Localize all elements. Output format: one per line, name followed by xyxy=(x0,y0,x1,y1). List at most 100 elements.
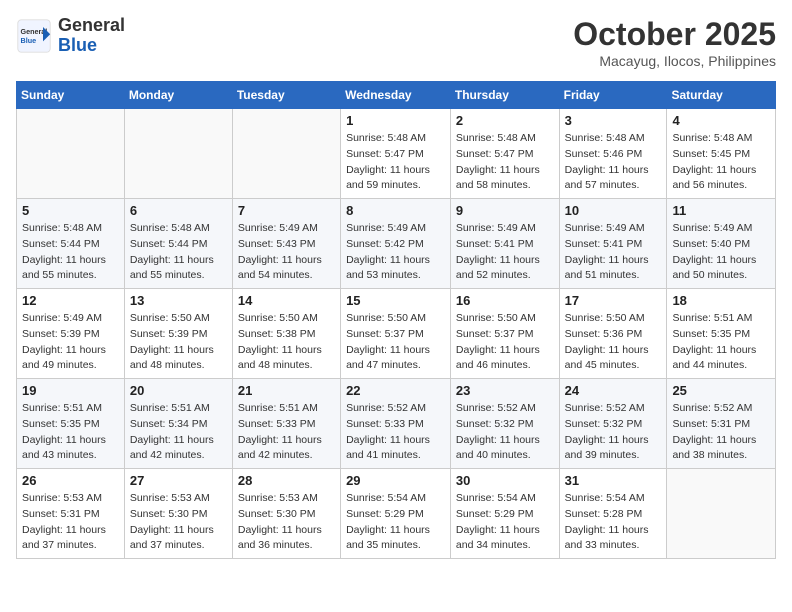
logo-general: General xyxy=(58,15,125,35)
sunrise-text: Sunrise: 5:48 AM xyxy=(672,132,752,144)
sunset-text: Sunset: 5:46 PM xyxy=(565,148,643,160)
daylight-text: Daylight: 11 hours and 37 minutes. xyxy=(130,524,214,552)
day-number: 14 xyxy=(238,293,335,308)
sunrise-text: Sunrise: 5:49 AM xyxy=(238,222,318,234)
day-info: Sunrise: 5:48 AM Sunset: 5:45 PM Dayligh… xyxy=(672,131,770,194)
sunrise-text: Sunrise: 5:49 AM xyxy=(346,222,426,234)
day-info: Sunrise: 5:53 AM Sunset: 5:30 PM Dayligh… xyxy=(130,491,227,554)
day-info: Sunrise: 5:50 AM Sunset: 5:39 PM Dayligh… xyxy=(130,311,227,374)
sunset-text: Sunset: 5:34 PM xyxy=(130,418,208,430)
sunrise-text: Sunrise: 5:52 AM xyxy=(456,402,536,414)
sunset-text: Sunset: 5:45 PM xyxy=(672,148,750,160)
day-cell: 27 Sunrise: 5:53 AM Sunset: 5:30 PM Dayl… xyxy=(124,469,232,559)
day-info: Sunrise: 5:52 AM Sunset: 5:33 PM Dayligh… xyxy=(346,401,445,464)
daylight-text: Daylight: 11 hours and 48 minutes. xyxy=(238,344,322,372)
day-info: Sunrise: 5:50 AM Sunset: 5:37 PM Dayligh… xyxy=(346,311,445,374)
day-cell: 1 Sunrise: 5:48 AM Sunset: 5:47 PM Dayli… xyxy=(341,109,451,199)
sunrise-text: Sunrise: 5:48 AM xyxy=(346,132,426,144)
day-cell: 15 Sunrise: 5:50 AM Sunset: 5:37 PM Dayl… xyxy=(341,289,451,379)
day-cell: 10 Sunrise: 5:49 AM Sunset: 5:41 PM Dayl… xyxy=(559,199,667,289)
day-cell: 25 Sunrise: 5:52 AM Sunset: 5:31 PM Dayl… xyxy=(667,379,776,469)
week-row-5: 26 Sunrise: 5:53 AM Sunset: 5:31 PM Dayl… xyxy=(17,469,776,559)
daylight-text: Daylight: 11 hours and 37 minutes. xyxy=(22,524,106,552)
day-number: 11 xyxy=(672,203,770,218)
week-row-3: 12 Sunrise: 5:49 AM Sunset: 5:39 PM Dayl… xyxy=(17,289,776,379)
day-info: Sunrise: 5:52 AM Sunset: 5:31 PM Dayligh… xyxy=(672,401,770,464)
day-number: 8 xyxy=(346,203,445,218)
day-number: 17 xyxy=(565,293,662,308)
day-cell: 12 Sunrise: 5:49 AM Sunset: 5:39 PM Dayl… xyxy=(17,289,125,379)
day-cell xyxy=(232,109,340,199)
weekday-header-row: Sunday Monday Tuesday Wednesday Thursday… xyxy=(17,82,776,109)
day-cell: 3 Sunrise: 5:48 AM Sunset: 5:46 PM Dayli… xyxy=(559,109,667,199)
daylight-text: Daylight: 11 hours and 53 minutes. xyxy=(346,254,430,282)
day-number: 29 xyxy=(346,473,445,488)
day-number: 2 xyxy=(456,113,554,128)
sunset-text: Sunset: 5:41 PM xyxy=(565,238,643,250)
day-number: 18 xyxy=(672,293,770,308)
day-cell: 30 Sunrise: 5:54 AM Sunset: 5:29 PM Dayl… xyxy=(450,469,559,559)
sunset-text: Sunset: 5:28 PM xyxy=(565,508,643,520)
sunset-text: Sunset: 5:31 PM xyxy=(22,508,100,520)
sunrise-text: Sunrise: 5:51 AM xyxy=(238,402,318,414)
sunrise-text: Sunrise: 5:48 AM xyxy=(22,222,102,234)
day-info: Sunrise: 5:53 AM Sunset: 5:30 PM Dayligh… xyxy=(238,491,335,554)
day-cell: 17 Sunrise: 5:50 AM Sunset: 5:36 PM Dayl… xyxy=(559,289,667,379)
daylight-text: Daylight: 11 hours and 39 minutes. xyxy=(565,434,649,462)
day-cell: 20 Sunrise: 5:51 AM Sunset: 5:34 PM Dayl… xyxy=(124,379,232,469)
daylight-text: Daylight: 11 hours and 50 minutes. xyxy=(672,254,756,282)
day-cell: 31 Sunrise: 5:54 AM Sunset: 5:28 PM Dayl… xyxy=(559,469,667,559)
sunset-text: Sunset: 5:44 PM xyxy=(22,238,100,250)
location: Macayug, Ilocos, Philippines xyxy=(573,53,776,69)
day-number: 26 xyxy=(22,473,119,488)
sunset-text: Sunset: 5:29 PM xyxy=(456,508,534,520)
day-cell: 16 Sunrise: 5:50 AM Sunset: 5:37 PM Dayl… xyxy=(450,289,559,379)
daylight-text: Daylight: 11 hours and 46 minutes. xyxy=(456,344,540,372)
day-number: 15 xyxy=(346,293,445,308)
calendar-table: Sunday Monday Tuesday Wednesday Thursday… xyxy=(16,81,776,559)
day-number: 25 xyxy=(672,383,770,398)
sunrise-text: Sunrise: 5:48 AM xyxy=(456,132,536,144)
daylight-text: Daylight: 11 hours and 59 minutes. xyxy=(346,164,430,192)
day-cell: 2 Sunrise: 5:48 AM Sunset: 5:47 PM Dayli… xyxy=(450,109,559,199)
day-number: 13 xyxy=(130,293,227,308)
day-cell: 28 Sunrise: 5:53 AM Sunset: 5:30 PM Dayl… xyxy=(232,469,340,559)
day-cell: 7 Sunrise: 5:49 AM Sunset: 5:43 PM Dayli… xyxy=(232,199,340,289)
day-info: Sunrise: 5:51 AM Sunset: 5:35 PM Dayligh… xyxy=(672,311,770,374)
day-cell: 4 Sunrise: 5:48 AM Sunset: 5:45 PM Dayli… xyxy=(667,109,776,199)
daylight-text: Daylight: 11 hours and 45 minutes. xyxy=(565,344,649,372)
day-cell: 8 Sunrise: 5:49 AM Sunset: 5:42 PM Dayli… xyxy=(341,199,451,289)
logo-blue-text: Blue xyxy=(58,35,97,55)
sunrise-text: Sunrise: 5:49 AM xyxy=(456,222,536,234)
day-number: 3 xyxy=(565,113,662,128)
daylight-text: Daylight: 11 hours and 41 minutes. xyxy=(346,434,430,462)
day-info: Sunrise: 5:50 AM Sunset: 5:38 PM Dayligh… xyxy=(238,311,335,374)
daylight-text: Daylight: 11 hours and 43 minutes. xyxy=(22,434,106,462)
day-number: 23 xyxy=(456,383,554,398)
daylight-text: Daylight: 11 hours and 38 minutes. xyxy=(672,434,756,462)
sunset-text: Sunset: 5:47 PM xyxy=(346,148,424,160)
sunset-text: Sunset: 5:31 PM xyxy=(672,418,750,430)
day-number: 24 xyxy=(565,383,662,398)
day-number: 6 xyxy=(130,203,227,218)
day-cell: 26 Sunrise: 5:53 AM Sunset: 5:31 PM Dayl… xyxy=(17,469,125,559)
day-number: 31 xyxy=(565,473,662,488)
sunset-text: Sunset: 5:41 PM xyxy=(456,238,534,250)
daylight-text: Daylight: 11 hours and 44 minutes. xyxy=(672,344,756,372)
sunset-text: Sunset: 5:35 PM xyxy=(22,418,100,430)
sunrise-text: Sunrise: 5:52 AM xyxy=(565,402,645,414)
sunset-text: Sunset: 5:32 PM xyxy=(565,418,643,430)
sunset-text: Sunset: 5:37 PM xyxy=(346,328,424,340)
sunset-text: Sunset: 5:42 PM xyxy=(346,238,424,250)
sunrise-text: Sunrise: 5:52 AM xyxy=(672,402,752,414)
day-info: Sunrise: 5:52 AM Sunset: 5:32 PM Dayligh… xyxy=(565,401,662,464)
day-number: 4 xyxy=(672,113,770,128)
logo-text: General Blue xyxy=(58,16,125,56)
month-title: October 2025 xyxy=(573,16,776,53)
col-friday: Friday xyxy=(559,82,667,109)
day-cell: 6 Sunrise: 5:48 AM Sunset: 5:44 PM Dayli… xyxy=(124,199,232,289)
sunset-text: Sunset: 5:30 PM xyxy=(130,508,208,520)
day-number: 27 xyxy=(130,473,227,488)
sunrise-text: Sunrise: 5:51 AM xyxy=(130,402,210,414)
daylight-text: Daylight: 11 hours and 33 minutes. xyxy=(565,524,649,552)
